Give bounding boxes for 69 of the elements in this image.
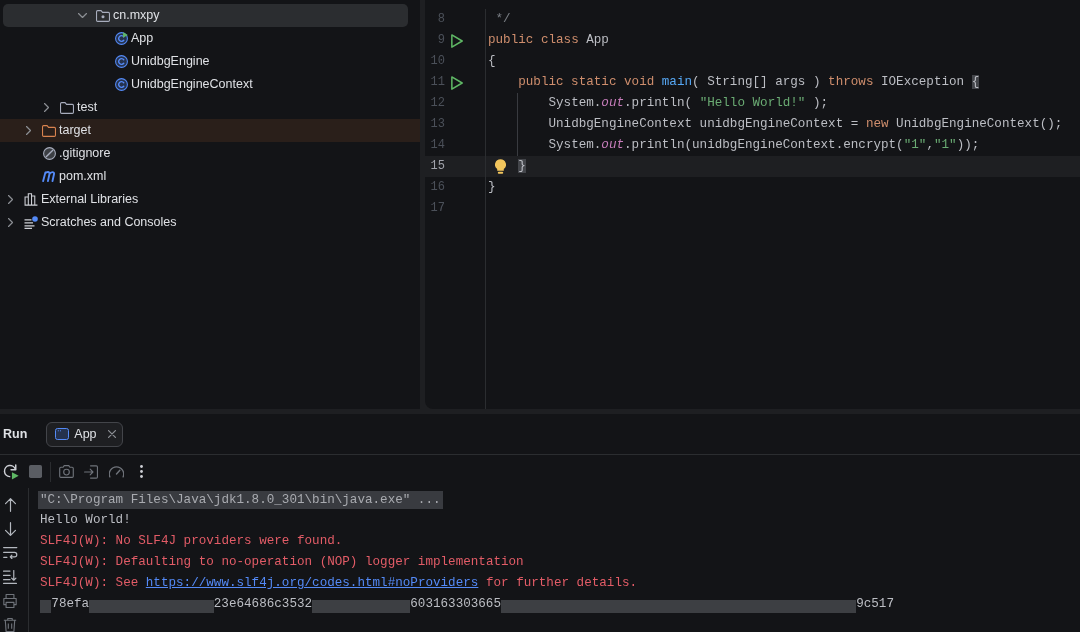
tree-item[interactable]: UnidbgEngine	[92, 50, 213, 73]
close-icon[interactable]	[107, 430, 116, 438]
scratch-lines-icon	[24, 216, 38, 229]
blocked-circle-icon	[42, 147, 56, 160]
tree-item[interactable]: cn.mxpy	[3, 4, 408, 27]
maven-m-icon	[42, 171, 56, 182]
line-number: 9	[437, 32, 445, 49]
line-number: 13	[430, 116, 445, 133]
code-line: public class App	[488, 32, 609, 49]
console-text: 603163303665	[410, 596, 501, 613]
tree-item[interactable]: Scratches and Consoles	[2, 211, 180, 234]
line-number: 10	[430, 53, 445, 70]
line-number: 11	[430, 74, 445, 91]
tree-item[interactable]: target	[0, 119, 420, 142]
runnable-class-icon	[114, 32, 128, 45]
line-number: 17	[430, 200, 445, 217]
console-text: 78efa	[51, 596, 90, 613]
line-number: 16	[430, 179, 445, 196]
run-icon[interactable]	[451, 75, 463, 90]
code-line: public static void main( String[] args ) throws IOException {	[518, 74, 980, 91]
rerun-icon[interactable]	[3, 463, 19, 480]
code-line: {	[488, 53, 496, 70]
line-number: 14	[430, 137, 445, 154]
arrow-down-icon[interactable]	[4, 521, 16, 536]
tree-item[interactable]: test	[38, 96, 101, 119]
chevron-right-icon[interactable]	[7, 218, 13, 227]
console-command: "C:\Program Files\Java\jdk1.8.0_301\bin\java.exe" ...	[38, 490, 443, 509]
panel-title: Run	[3, 425, 28, 443]
more-vertical-icon[interactable]	[139, 465, 143, 478]
tree-item[interactable]: pom.xml	[20, 165, 110, 188]
console-text: 23e64686c3532	[213, 596, 313, 613]
trash-icon[interactable]	[3, 617, 17, 632]
code-line: System.out.println( "Hello World!" );	[548, 95, 829, 112]
soft-wrap-icon[interactable]	[2, 546, 18, 559]
chevron-right-icon[interactable]	[43, 103, 49, 112]
console-window-icon	[55, 428, 70, 440]
code-line: UnidbgEngineContext unidbgEngineContext = new UnidbgEngineContext();	[548, 116, 1063, 133]
chevron-right-icon[interactable]	[7, 195, 13, 204]
console-line: Hello World!	[40, 512, 131, 529]
redacted-text	[40, 600, 52, 613]
code-line: }	[488, 179, 496, 196]
console-text: 9c517	[856, 596, 894, 613]
line-number: 12	[430, 95, 445, 112]
chevron-down-icon[interactable]	[77, 13, 87, 18]
code-line: */	[495, 11, 511, 28]
line-number: 15	[430, 158, 445, 175]
arrow-up-icon[interactable]	[4, 497, 16, 512]
chevron-right-icon[interactable]	[25, 126, 31, 135]
lightbulb-icon[interactable]	[495, 159, 506, 174]
run-tab[interactable]: App	[46, 421, 123, 447]
tree-item[interactable]: UnidbgEngineContext	[92, 73, 256, 96]
package-folder-icon	[96, 9, 110, 22]
library-icon	[24, 193, 38, 206]
folder-icon	[60, 101, 74, 114]
run-icon[interactable]	[451, 33, 463, 48]
console-line: SLF4J(W): Defaulting to no-operation (NOP) logger implementation	[40, 554, 524, 571]
code-line: System.out.println(unidbgEngineContext.encrypt("1","1"));	[548, 137, 980, 154]
scroll-to-end-icon[interactable]	[3, 569, 17, 584]
tree-item[interactable]: App	[92, 27, 157, 50]
console-line: SLF4J(W): No SLF4J providers were found.	[40, 533, 343, 550]
class-icon	[114, 78, 128, 91]
class-icon	[114, 55, 128, 68]
printer-icon[interactable]	[3, 593, 17, 608]
folder-icon	[42, 124, 56, 137]
tree-item[interactable]: External Libraries	[2, 188, 142, 211]
console-line: SLF4J(W): See https://www.slf4j.org/codes.html#noProviders for further details.	[40, 575, 638, 592]
line-number: 8	[437, 11, 445, 28]
console-link[interactable]: https://www.slf4j.org/codes.html#noProviders	[145, 576, 479, 590]
tree-item[interactable]: .gitignore	[20, 142, 114, 165]
